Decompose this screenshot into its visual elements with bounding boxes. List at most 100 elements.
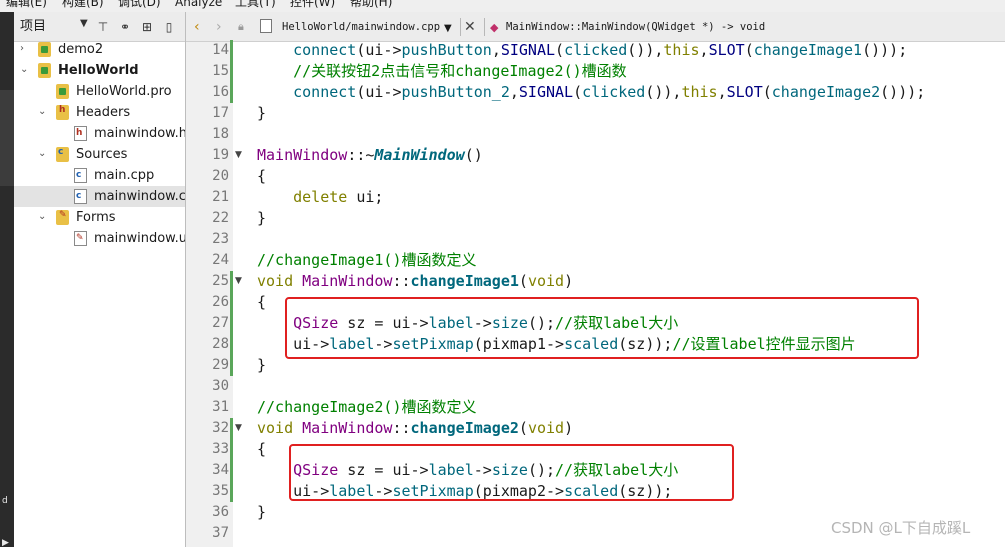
cpp-file-icon: c bbox=[74, 168, 87, 183]
line-number: 19 bbox=[212, 147, 229, 163]
split-icon[interactable]: ⊞ bbox=[138, 18, 156, 36]
code-token: void bbox=[527, 272, 565, 290]
code-token: pushButton bbox=[401, 42, 492, 59]
code-token: ( bbox=[744, 42, 754, 59]
code-line[interactable]: } bbox=[257, 103, 266, 124]
code-token: () bbox=[464, 146, 483, 164]
code-token: delete bbox=[293, 188, 348, 206]
code-line[interactable]: void MainWindow::changeImage2(void) bbox=[257, 418, 573, 439]
tree-item-label: demo2 bbox=[58, 42, 104, 57]
code-token: //changeImage2()槽函数定义 bbox=[257, 398, 477, 416]
code-token: { bbox=[257, 293, 267, 311]
filter-icon[interactable]: ⊤ bbox=[94, 18, 112, 36]
code-token: ) bbox=[564, 272, 574, 290]
active-mode-highlight[interactable] bbox=[0, 90, 14, 186]
menu-build[interactable]: 构建(B) bbox=[62, 0, 104, 9]
code-line[interactable]: { bbox=[257, 439, 266, 460]
tree-item-mainwindow-cpp[interactable]: c mainwindow.cpp bbox=[14, 186, 185, 207]
code-token: //changeImage1()槽函数定义 bbox=[257, 251, 477, 269]
code-line[interactable]: } bbox=[257, 355, 266, 376]
fold-marker-icon[interactable]: ▼ bbox=[235, 271, 242, 292]
chevron-down-icon[interactable]: ⌄ bbox=[38, 209, 48, 225]
line-number: 16 bbox=[212, 84, 229, 100]
menu-tools[interactable]: 工具(T) bbox=[235, 0, 276, 9]
code-token: ( bbox=[518, 419, 528, 437]
code-line[interactable]: connect(ui->pushButton,SIGNAL(clicked())… bbox=[257, 42, 907, 61]
tree-item-mainwindow-ui[interactable]: ✎ mainwindow.ui bbox=[14, 228, 185, 249]
change-marker bbox=[230, 40, 233, 103]
code-token: SIGNAL bbox=[500, 42, 556, 59]
code-line[interactable]: { bbox=[257, 292, 266, 313]
tree-item-sources[interactable]: ⌄ c Sources bbox=[14, 144, 185, 165]
code-line[interactable]: } bbox=[257, 208, 266, 229]
line-number: 30 bbox=[212, 378, 229, 394]
chevron-down-icon[interactable]: ⌄ bbox=[38, 146, 48, 162]
tree-item-demo2[interactable]: › demo2 bbox=[14, 42, 185, 60]
code-token: ui; bbox=[347, 188, 384, 206]
code-line[interactable]: delete ui; bbox=[257, 187, 383, 208]
code-token: MainWindow bbox=[257, 146, 348, 164]
ui-file-icon: ✎ bbox=[74, 231, 87, 246]
code-token: connect bbox=[293, 83, 357, 101]
code-line[interactable]: //changeImage1()槽函数定义 bbox=[257, 250, 477, 271]
code-token: changeImage1 bbox=[410, 272, 519, 290]
code-line[interactable]: MainWindow::~MainWindow() bbox=[257, 145, 483, 166]
line-number: 34 bbox=[212, 462, 229, 478]
header-file-icon: h bbox=[74, 126, 87, 141]
line-number: 28 bbox=[212, 336, 229, 352]
code-token: SLOT bbox=[726, 83, 763, 101]
current-symbol[interactable]: MainWindow::MainWindow(QWidget *) -> voi… bbox=[506, 20, 765, 34]
code-line[interactable]: } bbox=[257, 502, 266, 523]
tree-item-label: HelloWorld.pro bbox=[76, 84, 172, 99]
menu-widgets[interactable]: 控件(W) bbox=[290, 0, 335, 9]
back-arrow-icon[interactable]: ‹ bbox=[194, 18, 200, 36]
code-line[interactable]: //关联按钮2点击信号和changeImage2()槽函数 bbox=[257, 61, 627, 82]
project-folder-icon bbox=[38, 42, 51, 57]
line-number: 35 bbox=[212, 483, 229, 499]
pro-file-icon bbox=[56, 84, 69, 99]
tree-item-forms[interactable]: ⌄ ✎ Forms bbox=[14, 207, 185, 228]
code-token: , bbox=[509, 83, 519, 101]
line-number: 21 bbox=[212, 189, 229, 205]
link-icon[interactable]: ⚭ bbox=[116, 18, 134, 36]
project-panel-title[interactable]: 项目 bbox=[20, 19, 46, 35]
chevron-right-icon[interactable]: › bbox=[20, 42, 30, 57]
menu-edit[interactable]: 编辑(E) bbox=[6, 0, 47, 9]
tree-item-main-cpp[interactable]: c main.cpp bbox=[14, 165, 185, 186]
tree-item-helloworld[interactable]: ⌄ HelloWorld bbox=[14, 60, 185, 81]
line-number: 17 bbox=[212, 105, 229, 121]
open-file-name[interactable]: HelloWorld/mainwindow.cpp bbox=[282, 20, 440, 34]
code-token: ()), bbox=[627, 42, 664, 59]
fold-marker-icon[interactable]: ▼ bbox=[235, 418, 242, 439]
tree-item-helloworld-pro[interactable]: HelloWorld.pro bbox=[14, 81, 185, 102]
chevron-down-icon[interactable]: ⌄ bbox=[20, 62, 30, 78]
chevron-down-icon[interactable]: ▼ bbox=[80, 18, 88, 29]
line-number: 37 bbox=[212, 525, 229, 541]
fold-marker-icon[interactable]: ▼ bbox=[235, 145, 242, 166]
code-line[interactable]: void MainWindow::changeImage1(void) bbox=[257, 271, 573, 292]
chevron-down-icon[interactable]: ▼ bbox=[444, 20, 452, 38]
chevron-down-icon[interactable]: ⌄ bbox=[38, 104, 48, 120]
code-token: ) bbox=[564, 419, 574, 437]
menu-analyze[interactable]: Analyze bbox=[175, 0, 222, 9]
forward-arrow-icon[interactable]: › bbox=[216, 18, 222, 36]
debug-run-icon[interactable]: d bbox=[2, 496, 8, 506]
code-line[interactable]: connect(ui->pushButton_2,SIGNAL(clicked(… bbox=[257, 82, 925, 103]
close-panel-icon[interactable]: ▯ bbox=[160, 18, 178, 36]
code-token: this bbox=[681, 83, 718, 101]
run-icon[interactable]: ▶ bbox=[2, 538, 9, 547]
code-line[interactable]: //changeImage2()槽函数定义 bbox=[257, 397, 477, 418]
code-token: ())); bbox=[880, 83, 926, 101]
menu-help[interactable]: 帮助(H) bbox=[350, 0, 392, 9]
line-number: 15 bbox=[212, 63, 229, 79]
menu-debug[interactable]: 调试(D) bbox=[118, 0, 161, 9]
code-token: MainWindow bbox=[374, 146, 465, 164]
close-file-icon[interactable]: ✕ bbox=[464, 18, 476, 36]
code-line[interactable]: { bbox=[257, 166, 266, 187]
code-token: clicked bbox=[582, 83, 646, 101]
code-token: SLOT bbox=[708, 42, 745, 59]
tree-item-headers[interactable]: ⌄ h Headers bbox=[14, 102, 185, 123]
tree-item-mainwindow-h[interactable]: h mainwindow.h bbox=[14, 123, 185, 144]
